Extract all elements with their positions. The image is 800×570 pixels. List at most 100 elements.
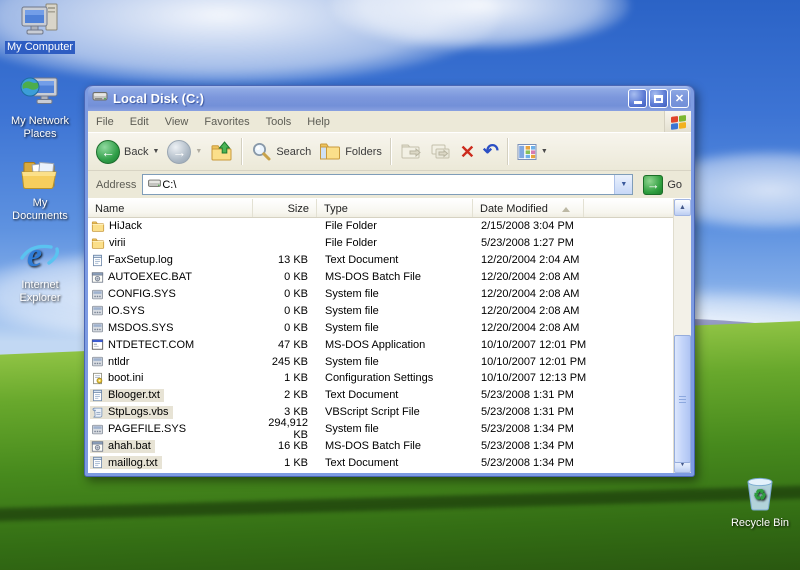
delete-button[interactable]: ✕ [456, 141, 479, 163]
dosapp-file-icon [91, 338, 104, 351]
file-row[interactable]: PAGEFILE.SYS 294,912 KB System file 5/23/20… [88, 417, 673, 441]
svg-text:e: e [27, 237, 42, 274]
file-name-chip[interactable]: ahah.bat [90, 439, 155, 453]
desktop-icon-label[interactable]: My Network Places [3, 115, 77, 141]
back-button[interactable]: ← Back ▼ [92, 138, 163, 166]
desktop-icon-label[interactable]: Recycle Bin [729, 517, 791, 530]
close-button[interactable]: ✕ [670, 89, 689, 108]
file-row[interactable]: MSDOS.SYS 0 KB System file 12/20/2004 2:08 … [88, 319, 673, 336]
menu-item-view[interactable]: View [157, 113, 197, 131]
file-size: 2 KB [284, 389, 308, 402]
address-value[interactable]: C:\ [162, 179, 176, 191]
folder-file-icon [91, 220, 105, 233]
file-row[interactable]: Blooger.txt 2 KB Text Document 5/23/2008 1:… [88, 387, 673, 404]
file-name-chip[interactable]: MSDOS.SYS [90, 321, 177, 334]
file-name-chip[interactable]: boot.ini [90, 372, 147, 385]
desktop-icon-my-network-places[interactable]: My Network Places [3, 76, 77, 141]
file-name-chip[interactable]: NTDETECT.COM [90, 338, 198, 351]
forward-dropdown-icon[interactable]: ▼ [195, 148, 202, 155]
scrollbar-thumb[interactable] [674, 335, 691, 463]
file-size: 1 KB [284, 372, 308, 385]
column-header-date-modified[interactable]: Date Modified [473, 199, 584, 217]
file-name: NTDETECT.COM [108, 338, 195, 351]
desktop-icon-internet-explorer[interactable]: e Internet Explorer [3, 237, 77, 305]
desktop-icon-label[interactable]: Internet Explorer [3, 279, 77, 305]
file-row[interactable]: maillog.txt 1 KB Text Document 5/23/2008 1:… [88, 454, 673, 471]
file-size: 16 KB [278, 440, 308, 453]
search-button[interactable]: Search [247, 139, 315, 164]
file-row[interactable]: AUTOEXEC.BAT 0 KB MS-DOS Batch File 12/20/2… [88, 269, 673, 286]
file-list-area: Name Size Type Date Modified HiJack File Fol… [88, 199, 691, 473]
file-name-chip[interactable]: FaxSetup.log [90, 254, 177, 267]
desktop: My Computer My Network Places My Documen… [0, 0, 800, 570]
file-row[interactable]: boot.ini 1 KB Configuration Settings 10/10/… [88, 370, 673, 387]
file-row[interactable]: IO.SYS 0 KB System file 12/20/2004 2:08 AM [88, 302, 673, 319]
vertical-scrollbar[interactable]: ▲ ▼ [673, 199, 691, 473]
text-file-icon [91, 254, 104, 267]
file-name: ntldr [108, 355, 130, 368]
explorer-window: Local Disk (C:) ✕ File Edit View Favorites T… [84, 85, 695, 477]
system-file-icon [91, 423, 104, 436]
file-row[interactable]: ntldr 245 KB System file 10/10/2007 12:01 P… [88, 353, 673, 370]
file-size: 294,912 KB [268, 417, 308, 442]
chevron-down-icon: ▼ [620, 181, 628, 188]
file-name-chip[interactable]: StpLogs.vbs [90, 405, 173, 419]
folders-button[interactable]: Folders [315, 139, 386, 164]
scroll-up-button[interactable]: ▲ [674, 199, 691, 216]
desktop-icon-my-documents[interactable]: My Documents [3, 158, 77, 223]
file-name-chip[interactable]: maillog.txt [90, 456, 162, 470]
up-button[interactable] [206, 138, 237, 165]
views-button[interactable]: ▼ [513, 141, 552, 163]
menu-item-favorites[interactable]: Favorites [196, 113, 257, 131]
forward-button[interactable]: → ▼ [163, 138, 206, 166]
file-type: System file [325, 355, 379, 368]
file-name-chip[interactable]: HiJack [90, 220, 146, 233]
file-row[interactable]: virii File Folder 5/23/2008 1:27 PM [88, 235, 673, 252]
file-date-modified: 5/23/2008 1:34 PM [481, 440, 574, 453]
desktop-icon-label[interactable]: My Documents [3, 197, 77, 223]
column-header-type[interactable]: Type [317, 199, 473, 217]
file-row[interactable]: CONFIG.SYS 0 KB System file 12/20/2004 2:08… [88, 286, 673, 303]
copy-to-button[interactable] [426, 139, 456, 164]
minimize-icon [633, 101, 642, 104]
address-dropdown-button[interactable]: ▼ [614, 175, 633, 194]
menu-item-file[interactable]: File [88, 113, 122, 131]
file-row[interactable]: ahah.bat 16 KB MS-DOS Batch File 5/23/2008 … [88, 438, 673, 455]
titlebar[interactable]: Local Disk (C:) ✕ [88, 86, 691, 111]
desktop-icon-my-computer[interactable]: My Computer [3, 2, 77, 54]
file-row[interactable]: NTDETECT.COM 47 KB MS-DOS Application 10/10… [88, 336, 673, 353]
file-row[interactable]: StpLogs.vbs 3 KB VBScript Script File 5/23/… [88, 404, 673, 421]
maximize-button[interactable] [649, 89, 668, 108]
menu-item-tools[interactable]: Tools [258, 113, 300, 131]
address-combo[interactable]: C:\ ▼ [142, 174, 634, 195]
file-row[interactable]: HiJack File Folder 2/15/2008 3:04 PM [88, 218, 673, 235]
file-name-chip[interactable]: AUTOEXEC.BAT [90, 271, 196, 284]
scrollbar-track[interactable] [674, 216, 691, 463]
column-header-size[interactable]: Size [253, 199, 317, 217]
desktop-icon-recycle-bin[interactable]: ♻ Recycle Bin [723, 477, 797, 530]
minimize-button[interactable] [628, 89, 647, 108]
file-name-chip[interactable]: virii [90, 237, 130, 250]
forward-icon: → [167, 139, 192, 164]
column-header-name[interactable]: Name [88, 199, 253, 217]
file-name-chip[interactable]: Blooger.txt [90, 388, 164, 402]
file-name-chip[interactable]: IO.SYS [90, 304, 149, 317]
menu-item-edit[interactable]: Edit [122, 113, 157, 131]
file-name-cell: FaxSetup.log [88, 254, 253, 267]
menu-item-help[interactable]: Help [299, 113, 338, 131]
views-dropdown-icon[interactable]: ▼ [541, 148, 548, 155]
file-name-chip[interactable]: CONFIG.SYS [90, 288, 180, 301]
go-button[interactable]: → Go [639, 174, 688, 195]
file-row[interactable]: FaxSetup.log 13 KB Text Document 12/20/2004… [88, 252, 673, 269]
undo-button[interactable]: ↶ [479, 141, 503, 163]
file-size: 245 KB [271, 355, 308, 368]
back-label: Back [124, 145, 149, 158]
file-name-chip[interactable]: ntldr [90, 355, 133, 368]
back-dropdown-icon[interactable]: ▼ [152, 148, 159, 155]
move-to-button[interactable] [396, 139, 426, 164]
system-file-icon [91, 355, 104, 368]
file-name-chip[interactable]: PAGEFILE.SYS [90, 423, 190, 436]
file-date-modified: 12/20/2004 2:08 AM [481, 321, 580, 334]
search-label: Search [276, 145, 312, 158]
desktop-icon-label[interactable]: My Computer [4, 41, 76, 54]
